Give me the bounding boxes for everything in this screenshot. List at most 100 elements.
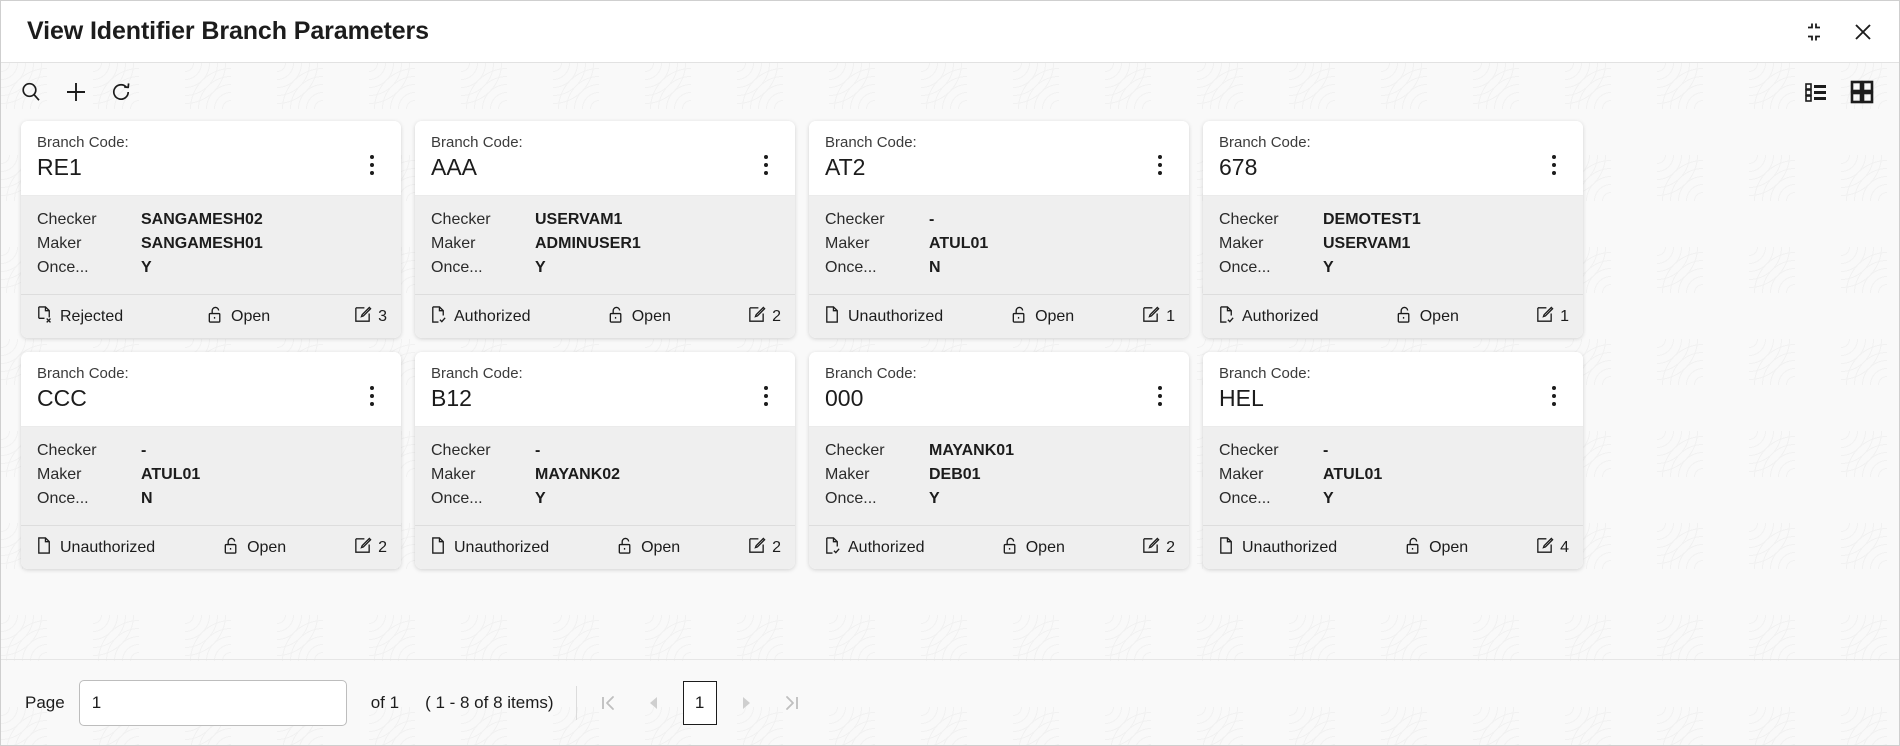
kebab-menu-icon[interactable] bbox=[359, 147, 385, 183]
kebab-menu-icon[interactable] bbox=[359, 378, 385, 414]
once-auth-label: Once... bbox=[1219, 256, 1323, 280]
maker-row: MakerATUL01 bbox=[1219, 463, 1567, 487]
branch-card[interactable]: Branch Code:CCCChecker-MakerATUL01Once..… bbox=[21, 352, 401, 569]
branch-card[interactable]: Branch Code:HELChecker-MakerATUL01Once..… bbox=[1203, 352, 1583, 569]
once-auth-row: Once...Y bbox=[431, 487, 779, 511]
card-header-texts: Branch Code:AAA bbox=[431, 133, 753, 182]
list-view-icon[interactable] bbox=[1801, 77, 1831, 107]
edit-icon bbox=[747, 305, 766, 329]
pager-controls: 1 bbox=[591, 681, 809, 725]
next-page-icon[interactable] bbox=[729, 686, 763, 720]
checker-row: Checker- bbox=[825, 208, 1173, 232]
card-header: Branch Code:678 bbox=[1203, 121, 1583, 195]
pagination-bar: Page of 1 ( 1 - 8 of 8 items) 1 bbox=[1, 659, 1899, 745]
plus-icon[interactable] bbox=[61, 77, 91, 107]
checker-value: - bbox=[929, 208, 934, 232]
card-footer: UnauthorizedOpen2 bbox=[415, 525, 795, 569]
checker-row: CheckerUSERVAM1 bbox=[431, 208, 779, 232]
maker-label: Maker bbox=[431, 232, 535, 256]
document-icon bbox=[429, 536, 448, 560]
once-auth-value: Y bbox=[1323, 256, 1334, 280]
maker-value: ATUL01 bbox=[141, 463, 200, 487]
checker-label: Checker bbox=[825, 439, 929, 463]
record-state-badge: Open bbox=[1404, 536, 1468, 560]
branch-code-value: 000 bbox=[825, 384, 1147, 413]
status-label: Authorized bbox=[848, 539, 925, 557]
checker-value: - bbox=[535, 439, 540, 463]
once-auth-row: Once...Y bbox=[37, 256, 385, 280]
branch-card[interactable]: Branch Code:RE1CheckerSANGAMESH02MakerSA… bbox=[21, 121, 401, 338]
card-footer: AuthorizedOpen2 bbox=[415, 294, 795, 338]
kebab-menu-icon[interactable] bbox=[1541, 147, 1567, 183]
once-auth-value: N bbox=[929, 256, 941, 280]
branch-card[interactable]: Branch Code:B12Checker-MakerMAYANK02Once… bbox=[415, 352, 795, 569]
status-label: Unauthorized bbox=[1242, 539, 1337, 557]
once-auth-label: Once... bbox=[431, 256, 535, 280]
maker-label: Maker bbox=[431, 463, 535, 487]
dialog-window: View Identifier Branch Parameters bbox=[0, 0, 1900, 746]
checker-value: - bbox=[141, 439, 146, 463]
status-badge: Rejected bbox=[35, 305, 123, 329]
checker-label: Checker bbox=[1219, 208, 1323, 232]
modification-count: 3 bbox=[353, 305, 387, 329]
status-badge: Authorized bbox=[1217, 305, 1319, 329]
last-page-icon[interactable] bbox=[775, 686, 809, 720]
refresh-icon[interactable] bbox=[107, 78, 135, 106]
once-auth-row: Once...N bbox=[37, 487, 385, 511]
record-state-label: Open bbox=[1026, 539, 1065, 557]
kebab-menu-icon[interactable] bbox=[753, 378, 779, 414]
kebab-menu-icon[interactable] bbox=[1147, 147, 1173, 183]
content-area: Branch Code:RE1CheckerSANGAMESH02MakerSA… bbox=[1, 63, 1899, 745]
card-header-texts: Branch Code:000 bbox=[825, 364, 1147, 413]
once-auth-value: Y bbox=[929, 487, 940, 511]
card-footer: UnauthorizedOpen2 bbox=[21, 525, 401, 569]
page-input[interactable] bbox=[79, 680, 347, 726]
kebab-menu-icon[interactable] bbox=[1541, 378, 1567, 414]
once-auth-label: Once... bbox=[825, 256, 929, 280]
collapse-icon[interactable] bbox=[1801, 19, 1827, 45]
grid-view-icon[interactable] bbox=[1847, 77, 1877, 107]
unlock-icon bbox=[222, 536, 241, 560]
card-header: Branch Code:RE1 bbox=[21, 121, 401, 195]
card-body: CheckerSANGAMESH02MakerSANGAMESH01Once..… bbox=[21, 195, 401, 294]
document-icon bbox=[35, 536, 54, 560]
kebab-menu-icon[interactable] bbox=[1147, 378, 1173, 414]
branch-code-label: Branch Code: bbox=[1219, 133, 1541, 152]
branch-card[interactable]: Branch Code:678CheckerDEMOTEST1MakerUSER… bbox=[1203, 121, 1583, 338]
card-footer: AuthorizedOpen2 bbox=[809, 525, 1189, 569]
branch-card[interactable]: Branch Code:000CheckerMAYANK01MakerDEB01… bbox=[809, 352, 1189, 569]
branch-card[interactable]: Branch Code:AT2Checker-MakerATUL01Once..… bbox=[809, 121, 1189, 338]
kebab-menu-icon[interactable] bbox=[753, 147, 779, 183]
search-icon[interactable] bbox=[17, 78, 45, 106]
close-icon[interactable] bbox=[1849, 18, 1877, 46]
branch-card[interactable]: Branch Code:AAA CheckerUSERVAM1MakerADMIN… bbox=[415, 121, 795, 338]
branch-code-value: 678 bbox=[1219, 153, 1541, 182]
once-auth-value: Y bbox=[141, 256, 152, 280]
once-auth-label: Once... bbox=[37, 487, 141, 511]
document-icon bbox=[1217, 536, 1236, 560]
card-grid: Branch Code:RE1CheckerSANGAMESH02MakerSA… bbox=[1, 121, 1899, 569]
title-bar: View Identifier Branch Parameters bbox=[1, 1, 1899, 63]
card-body: CheckerDEMOTEST1MakerUSERVAM1Once...Y bbox=[1203, 195, 1583, 294]
once-auth-row: Once...Y bbox=[825, 487, 1173, 511]
modification-count-label: 2 bbox=[378, 539, 387, 557]
branch-code-value: CCC bbox=[37, 384, 359, 413]
edit-icon bbox=[1535, 536, 1554, 560]
once-auth-label: Once... bbox=[825, 487, 929, 511]
once-auth-label: Once... bbox=[37, 256, 141, 280]
record-state-label: Open bbox=[1429, 539, 1468, 557]
checker-label: Checker bbox=[1219, 439, 1323, 463]
status-badge: Unauthorized bbox=[823, 305, 943, 329]
maker-value: ADMINUSER1 bbox=[535, 232, 641, 256]
card-footer: RejectedOpen3 bbox=[21, 294, 401, 338]
record-state-badge: Open bbox=[1010, 305, 1074, 329]
once-auth-label: Once... bbox=[431, 487, 535, 511]
checker-row: Checker- bbox=[431, 439, 779, 463]
checker-row: Checker- bbox=[37, 439, 385, 463]
first-page-icon[interactable] bbox=[591, 686, 625, 720]
prev-page-icon[interactable] bbox=[637, 686, 671, 720]
checker-label: Checker bbox=[37, 208, 141, 232]
current-page-button[interactable]: 1 bbox=[683, 681, 717, 725]
maker-value: DEB01 bbox=[929, 463, 981, 487]
once-auth-value: Y bbox=[1323, 487, 1334, 511]
